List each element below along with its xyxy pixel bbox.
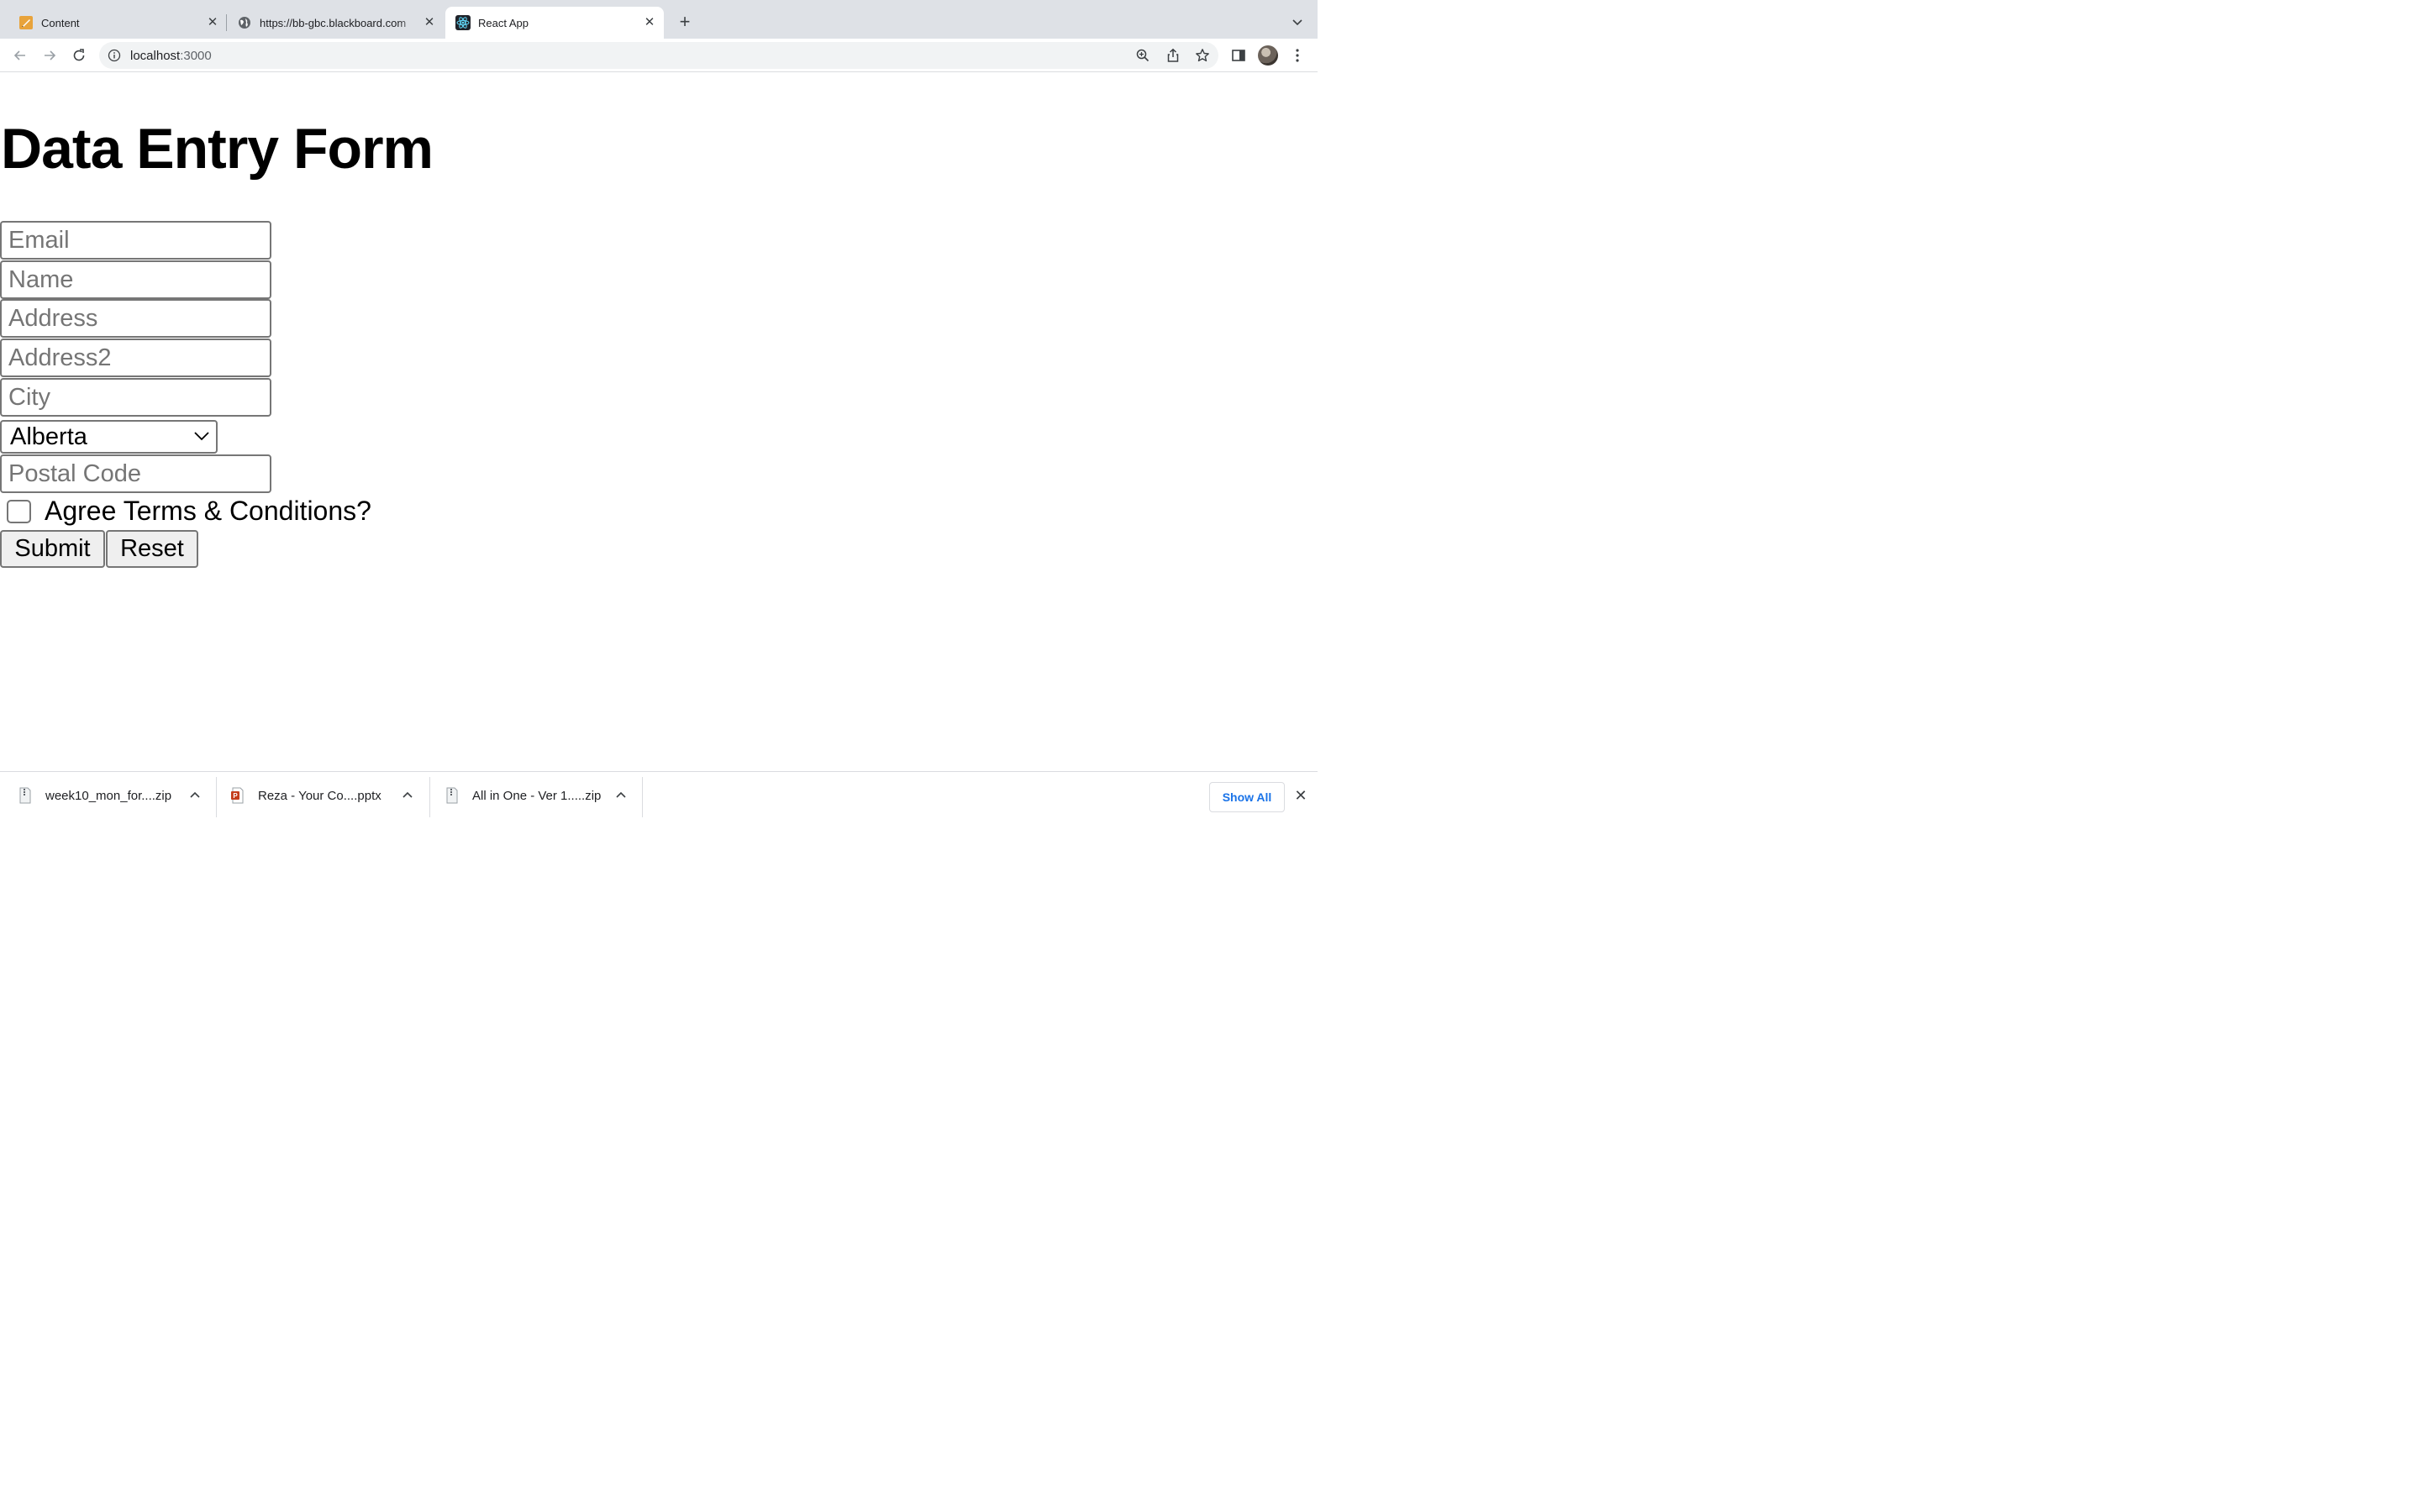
postal-code-field[interactable] <box>0 454 271 493</box>
powerpoint-file-icon: P <box>231 787 244 804</box>
chevron-down-icon <box>1292 19 1302 26</box>
reload-button[interactable] <box>69 45 89 66</box>
name-field[interactable] <box>0 260 271 299</box>
tab-title: Content <box>41 16 80 29</box>
province-selected-value: Alberta <box>10 423 87 450</box>
tab-react-app[interactable]: React App ✕ <box>445 7 664 39</box>
download-item[interactable]: All in One - Ver 1.....zip <box>445 772 639 819</box>
tab-blackboard[interactable]: https://bb-gbc.blackboard.com ✕ <box>229 7 444 39</box>
reload-icon <box>73 49 85 61</box>
close-tab-icon[interactable]: ✕ <box>422 15 437 30</box>
browser-toolbar: localhost:3000 <box>0 39 1318 72</box>
tab-title: https://bb-gbc.blackboard.com <box>260 16 407 29</box>
download-shelf: week10_mon_for....zip P Reza - Your Co..… <box>0 771 1318 823</box>
close-tab-icon[interactable]: ✕ <box>642 15 657 30</box>
address-field[interactable] <box>0 299 271 338</box>
forward-button[interactable] <box>39 45 60 66</box>
side-panel-icon <box>1232 50 1245 61</box>
address-bar[interactable]: localhost:3000 <box>99 42 1218 69</box>
site-info-icon[interactable] <box>108 49 121 62</box>
zip-file-icon <box>446 787 458 804</box>
zip-file-icon <box>19 787 31 804</box>
download-separator <box>429 777 430 817</box>
download-filename: All in One - Ver 1.....zip <box>472 788 602 803</box>
province-select[interactable]: Alberta <box>0 420 218 454</box>
side-panel-button[interactable] <box>1228 45 1249 66</box>
arrow-left-icon <box>13 50 25 60</box>
show-all-downloads-button[interactable]: Show All <box>1209 782 1285 812</box>
page-title: Data Entry Form <box>1 117 434 181</box>
tab-separator <box>226 14 227 31</box>
tab-title: React App <box>478 16 529 29</box>
tab-content[interactable]: Content ✕ <box>10 7 227 39</box>
submit-button[interactable]: Submit <box>0 530 105 568</box>
globe-icon <box>237 15 252 30</box>
bookmark-star-icon[interactable] <box>1194 47 1211 64</box>
url-text: localhost:3000 <box>130 49 212 63</box>
agree-terms-checkbox[interactable] <box>7 500 31 523</box>
page-content: Data Entry Form Alberta Agree Terms & Co… <box>0 73 1318 770</box>
tab-strip: Content ✕ https://bb-gbc.blackboard.com … <box>0 0 1318 39</box>
url-host: localhost <box>130 49 181 63</box>
download-separator <box>642 777 643 817</box>
chevron-up-icon[interactable] <box>616 790 626 799</box>
download-filename: week10_mon_for....zip <box>45 788 172 803</box>
download-filename: Reza - Your Co....pptx <box>258 788 381 803</box>
back-button[interactable] <box>10 45 30 66</box>
chevron-up-icon[interactable] <box>190 790 200 799</box>
kebab-menu-icon <box>1296 49 1299 62</box>
email-field[interactable] <box>0 221 271 260</box>
chevron-up-icon[interactable] <box>402 790 413 799</box>
svg-text:P: P <box>233 792 238 800</box>
browser-menu-button[interactable] <box>1287 45 1307 66</box>
tab-search-button[interactable] <box>1287 13 1307 33</box>
reset-button[interactable]: Reset <box>106 530 198 568</box>
url-port: :3000 <box>180 49 212 63</box>
download-item[interactable]: P Reza - Your Co....pptx <box>231 772 424 819</box>
agree-terms-label: Agree Terms & Conditions? <box>45 496 371 526</box>
react-icon <box>455 15 471 30</box>
close-tab-icon[interactable]: ✕ <box>205 15 220 30</box>
city-field[interactable] <box>0 378 271 417</box>
arrow-right-icon <box>45 50 56 60</box>
share-icon[interactable] <box>1165 47 1181 64</box>
zoom-icon[interactable] <box>1134 47 1151 64</box>
download-item[interactable]: week10_mon_for....zip <box>18 772 212 819</box>
new-tab-button[interactable]: + <box>675 13 695 33</box>
download-separator <box>216 777 217 817</box>
chevron-down-icon <box>194 432 209 441</box>
address2-field[interactable] <box>0 339 271 377</box>
profile-avatar[interactable] <box>1258 45 1278 66</box>
close-icon[interactable]: ✕ <box>1292 787 1309 804</box>
pencil-note-icon <box>18 15 34 30</box>
